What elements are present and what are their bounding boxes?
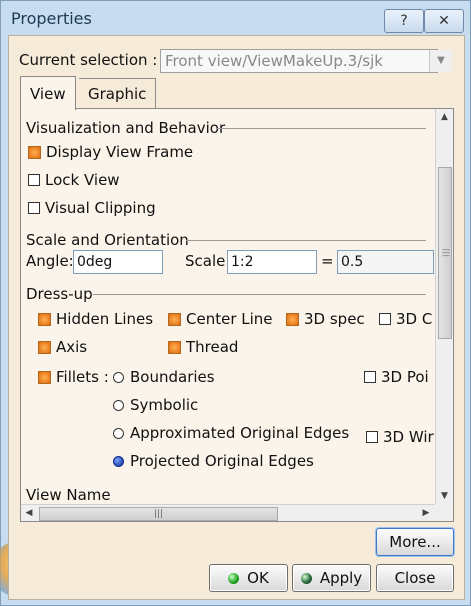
- radio-selected-icon: [113, 455, 124, 467]
- ok-led-icon: [228, 573, 240, 584]
- checkbox-unchecked-icon: [364, 371, 376, 383]
- thread-label: Thread: [186, 338, 239, 356]
- scroll-down-icon[interactable]: ▼: [436, 488, 453, 504]
- scroll-up-icon[interactable]: ▲: [436, 109, 453, 125]
- center-line-label: Center Line: [186, 310, 273, 328]
- checkbox-checked-icon: [38, 340, 51, 354]
- scale-label: Scale:: [185, 252, 231, 270]
- radio-symbolic[interactable]: Symbolic: [113, 396, 198, 414]
- 3d-points-checkbox[interactable]: 3D Poi: [364, 368, 429, 386]
- dialog-client: Current selection : Front view/ViewMakeU…: [8, 35, 465, 600]
- current-selection-combo[interactable]: Front view/ViewMakeUp.3/sjk: [160, 49, 438, 73]
- 3d-spec-checkbox[interactable]: 3D spec: [286, 310, 365, 328]
- visual-clipping-label: Visual Clipping: [45, 199, 156, 217]
- scale-input[interactable]: 1:2: [227, 250, 317, 274]
- checkbox-checked-icon: [168, 312, 181, 326]
- display-view-frame-checkbox[interactable]: Display View Frame: [28, 143, 193, 161]
- scale-result-field: 0.5: [337, 250, 434, 274]
- 3d-wireframe-label: 3D Wir: [383, 428, 434, 446]
- hidden-lines-checkbox[interactable]: Hidden Lines: [38, 310, 153, 328]
- symbolic-label: Symbolic: [130, 396, 199, 414]
- chevron-down-icon[interactable]: ▼: [429, 50, 452, 72]
- angle-label: Angle:: [26, 252, 74, 270]
- checkbox-checked-icon: [286, 312, 299, 326]
- checkbox-checked-icon: [38, 370, 51, 384]
- section-divider: [186, 240, 426, 241]
- lock-view-label: Lock View: [45, 171, 120, 189]
- section-divider: [216, 128, 426, 129]
- scrollbar-corner: [435, 504, 452, 521]
- tab-view[interactable]: View: [20, 76, 76, 110]
- visualization-header: Visualization and Behavior: [26, 119, 226, 137]
- 3d-wireframe-checkbox[interactable]: 3D Wir: [366, 428, 434, 446]
- 3d-spec-label: 3D spec: [304, 310, 365, 328]
- radio-boundaries[interactable]: Boundaries: [113, 368, 215, 386]
- fillets-label: Fillets :: [56, 368, 109, 386]
- title-bar: Properties ? ✕: [1, 1, 470, 35]
- horizontal-scrollbar[interactable]: ◀ ||| ▶: [21, 504, 435, 521]
- equals-sign: =: [321, 252, 334, 270]
- horizontal-scroll-thumb[interactable]: |||: [39, 507, 278, 521]
- lock-view-checkbox[interactable]: Lock View: [28, 171, 120, 189]
- current-selection-label: Current selection :: [19, 51, 158, 69]
- vertical-scroll-thumb[interactable]: — — —: [438, 167, 452, 339]
- scroll-left-icon[interactable]: ◀: [21, 505, 37, 521]
- 3d-colors-label: 3D C: [396, 310, 433, 328]
- checkbox-checked-icon: [168, 340, 181, 354]
- approximated-original-edges-label: Approximated Original Edges: [130, 424, 350, 442]
- hidden-lines-label: Hidden Lines: [56, 310, 154, 328]
- help-button[interactable]: ?: [384, 9, 424, 33]
- ok-button[interactable]: OK: [209, 564, 288, 592]
- dialog-title: Properties: [11, 9, 92, 28]
- properties-dialog: Properties ? ✕ Current selection : Front…: [0, 0, 471, 606]
- view-name-header: View Name: [26, 486, 111, 504]
- radio-icon: [113, 399, 124, 411]
- close-window-button[interactable]: ✕: [424, 9, 464, 33]
- angle-input[interactable]: 0deg: [73, 250, 163, 274]
- grip-icon: — — —: [442, 245, 450, 260]
- apply-button[interactable]: Apply: [292, 564, 371, 592]
- ok-button-label: OK: [247, 569, 269, 587]
- radio-icon: [113, 427, 124, 439]
- checkbox-unchecked-icon: [28, 202, 40, 214]
- vertical-scrollbar[interactable]: ▲ — — — ▼: [435, 109, 453, 504]
- close-button[interactable]: Close: [376, 564, 454, 592]
- view-tab-panel: Visualization and Behavior Display View …: [20, 108, 454, 522]
- projected-original-edges-label: Projected Original Edges: [130, 452, 314, 470]
- dressup-header: Dress-up: [26, 285, 93, 303]
- checkbox-checked-icon: [38, 312, 51, 326]
- axis-checkbox[interactable]: Axis: [38, 338, 87, 356]
- thread-checkbox[interactable]: Thread: [168, 338, 238, 356]
- fillets-checkbox[interactable]: Fillets :: [38, 368, 109, 386]
- 3d-colors-checkbox[interactable]: 3D C: [379, 310, 432, 328]
- radio-projected-original-edges[interactable]: Projected Original Edges: [113, 452, 314, 470]
- checkbox-unchecked-icon: [379, 313, 391, 325]
- 3d-points-label: 3D Poi: [381, 368, 429, 386]
- checkbox-unchecked-icon: [366, 431, 378, 443]
- display-view-frame-label: Display View Frame: [46, 143, 194, 161]
- checkbox-unchecked-icon: [28, 174, 40, 186]
- tab-graphic[interactable]: Graphic: [79, 78, 157, 109]
- center-line-checkbox[interactable]: Center Line: [168, 310, 273, 328]
- more-button[interactable]: More...: [376, 528, 454, 556]
- boundaries-label: Boundaries: [130, 368, 215, 386]
- axis-label: Axis: [56, 338, 88, 356]
- scroll-right-icon[interactable]: ▶: [418, 505, 434, 521]
- apply-led-icon: [300, 573, 312, 584]
- visual-clipping-checkbox[interactable]: Visual Clipping: [28, 199, 156, 217]
- radio-approximated-original-edges[interactable]: Approximated Original Edges: [113, 424, 349, 442]
- apply-button-label: Apply: [319, 569, 363, 587]
- section-divider: [93, 294, 426, 295]
- scale-orientation-header: Scale and Orientation: [26, 231, 189, 249]
- radio-icon: [113, 371, 124, 383]
- checkbox-checked-icon: [28, 145, 41, 159]
